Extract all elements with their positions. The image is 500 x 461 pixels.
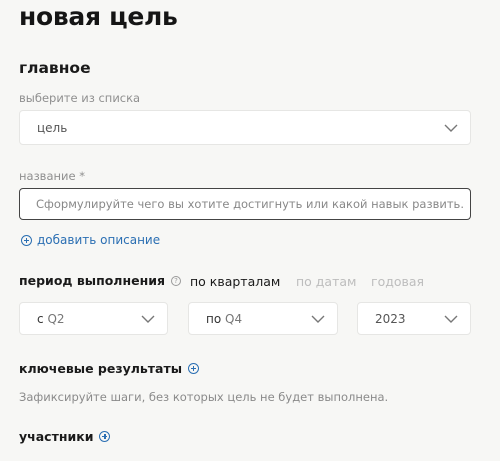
period-mode-yearly[interactable]: годовая <box>371 274 424 289</box>
period-label: период выполнения <box>19 273 165 288</box>
section-title-main: главное <box>19 59 91 77</box>
chevron-down-icon <box>141 315 155 323</box>
goal-type-select[interactable]: цель <box>19 110 471 145</box>
period-from-value: с Q2 <box>37 311 65 326</box>
key-results-hint: Зафиксируйте шаги, без которых цель не б… <box>19 390 389 404</box>
goal-type-label: выберите из списка <box>19 91 141 105</box>
name-field-label: название * <box>19 169 85 183</box>
period-year-select[interactable]: 2023 <box>357 302 471 335</box>
chevron-down-icon <box>444 315 458 323</box>
chevron-down-icon <box>311 315 325 323</box>
key-results-heading: ключевые результаты <box>19 361 200 376</box>
period-from-select[interactable]: с Q2 <box>19 302 168 335</box>
participants-label: участники <box>19 429 94 444</box>
info-icon[interactable]: ? <box>170 275 181 286</box>
goal-name-placeholder: Сформулируйте чего вы хотите достигнуть … <box>36 197 464 211</box>
add-key-result-plus-icon[interactable] <box>188 363 200 374</box>
add-participant-plus-icon[interactable] <box>99 431 111 442</box>
page-title: новая цель <box>19 2 178 31</box>
period-mode-quarters[interactable]: по кварталам <box>190 274 280 289</box>
period-label-group: период выполнения ? <box>19 273 181 288</box>
period-mode-dates[interactable]: по датам <box>296 274 356 289</box>
add-description-link[interactable]: добавить описание <box>21 233 160 247</box>
plus-circle-icon <box>21 234 32 246</box>
period-to-value: по Q4 <box>206 311 243 326</box>
period-year-value: 2023 <box>375 311 406 326</box>
participants-heading: участники <box>19 429 111 444</box>
add-description-label: добавить описание <box>37 233 161 247</box>
goal-name-input[interactable]: Сформулируйте чего вы хотите достигнуть … <box>19 188 471 220</box>
period-to-select[interactable]: по Q4 <box>188 302 338 335</box>
goal-type-value: цель <box>37 120 68 135</box>
key-results-label: ключевые результаты <box>19 361 183 376</box>
chevron-down-icon <box>444 124 458 132</box>
